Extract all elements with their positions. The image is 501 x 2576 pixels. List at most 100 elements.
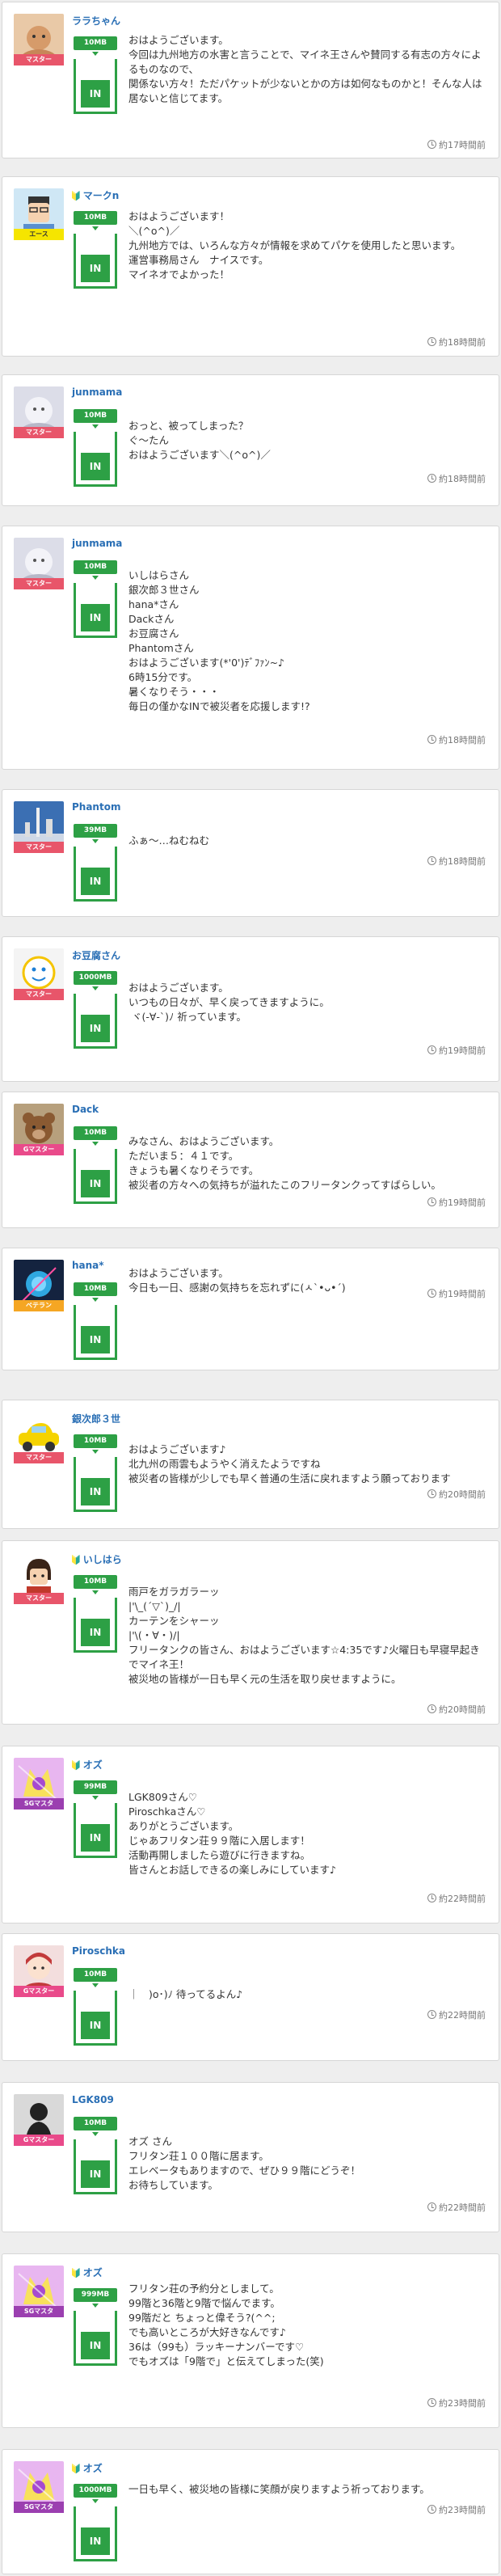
down-arrow-icon xyxy=(92,1298,99,1302)
user-name: Dack xyxy=(72,1104,99,1115)
rank-badge: ベテラン xyxy=(14,1300,64,1311)
clock-icon xyxy=(427,2398,436,2407)
post-time: 約22時間前 xyxy=(427,2201,486,2214)
data-amount-badge: 1000MB xyxy=(74,2484,117,2498)
post-message: おっと、被ってしまった？ ぐ〜たん おはようございます＼(^o^)／ xyxy=(128,420,271,461)
post-time: 約20時間前 xyxy=(427,1703,486,1716)
user-name-link[interactable]: Piroschka xyxy=(70,1945,125,1957)
time-label: 約17時間前 xyxy=(439,140,486,150)
in-label: IN xyxy=(81,255,110,282)
user-name: LGK809 xyxy=(72,2094,114,2105)
time-label: 約18時間前 xyxy=(439,337,486,348)
rank-badge: Gマスター xyxy=(14,1144,64,1155)
post-card: マスター 🔰 いしはら 10MB IN 雨戸をガラガラーッ |'\_(´▽`)_/… xyxy=(2,1540,499,1725)
post-card: ベテラン hana* 10MB IN おはようございます。 今日も一日、感謝の気… xyxy=(2,1248,499,1370)
post-time: 約18時間前 xyxy=(427,336,486,348)
post-time: 約19時間前 xyxy=(427,1044,486,1057)
down-arrow-icon xyxy=(92,1142,99,1146)
user-name-link[interactable]: hana* xyxy=(70,1260,104,1271)
beginner-leaf-icon: 🔰 xyxy=(70,191,82,201)
user-name-link[interactable]: junmama xyxy=(70,386,122,398)
user-name-link[interactable]: 🔰 オズ xyxy=(70,2266,103,2279)
down-arrow-icon xyxy=(92,226,99,230)
post-card: マスター junmama 10MB IN おっと、被ってしまった？ ぐ〜たん お… xyxy=(2,374,499,506)
user-name: hana* xyxy=(72,1260,104,1271)
down-arrow-icon xyxy=(92,1590,99,1594)
in-label: IN xyxy=(81,1478,110,1505)
clock-icon xyxy=(427,1289,436,1298)
user-name-link[interactable]: 🔰 いしはら xyxy=(70,1552,122,1566)
rank-badge: エース xyxy=(14,229,64,240)
in-label: IN xyxy=(81,868,110,895)
post-message: おはようございます！ ＼(^o^)／ 九州地方では、いろんな方々が情報を求めてパ… xyxy=(128,210,461,281)
user-name-link[interactable]: 🔰 オズ xyxy=(70,2461,103,2475)
post-message: 一日も早く、被災地の皆様に笑顔が戻りますよう祈っております。 xyxy=(128,2483,430,2495)
post-card: SGマスタ 🔰 オズ 999MB IN フリタン荘の予約分としまして。 99階と3… xyxy=(2,2253,499,2428)
user-name: オズ xyxy=(82,1759,103,1771)
user-name-link[interactable]: LGK809 xyxy=(70,2094,114,2105)
user-name: ララちゃん xyxy=(72,15,121,27)
post-message: オズ さん フリタン荘１００階に居ます。 エレベータもありますので、ぜひ９９階に… xyxy=(128,2135,361,2191)
beginner-leaf-icon: 🔰 xyxy=(70,2268,82,2278)
down-arrow-icon xyxy=(92,986,99,990)
rank-badge: マスター xyxy=(14,1452,64,1463)
user-name: junmama xyxy=(72,538,123,549)
rank-badge: マスター xyxy=(14,989,64,1000)
data-amount-badge: 10MB xyxy=(74,1126,117,1140)
user-name-link[interactable]: お豆腐さん xyxy=(70,948,120,962)
post-card: Gマスター Dack 10MB IN みなさん、おはようございます。 ただいま５… xyxy=(2,1092,499,1228)
in-label: IN xyxy=(81,2527,110,2555)
down-arrow-icon xyxy=(92,2499,99,2503)
in-label: IN xyxy=(81,1326,110,1353)
data-amount-badge: 10MB xyxy=(74,560,117,574)
user-name-link[interactable]: Dack xyxy=(70,1104,99,1115)
beginner-leaf-icon: 🔰 xyxy=(70,1760,82,1771)
post-message: フリタン荘の予約分としまして。 99階と36階と9階で悩んでます。 99階だと … xyxy=(128,2283,324,2367)
rank-badge: Gマスター xyxy=(14,2135,64,2146)
post-message: 雨戸をガラガラーッ |'\_(´▽`)_/| カーテンをシャーッ |'\(・∀・… xyxy=(128,1586,480,1685)
post-time: 約18時間前 xyxy=(427,472,486,485)
time-label: 約20時間前 xyxy=(439,1704,486,1715)
beginner-leaf-icon: 🔰 xyxy=(70,2464,82,2474)
post-card: マスター お豆腐さん 1000MB IN おはようございます。 いつもの日々が、… xyxy=(2,936,499,1082)
down-arrow-icon xyxy=(92,576,99,580)
time-label: 約19時間前 xyxy=(439,1197,486,1208)
down-arrow-icon xyxy=(92,839,99,843)
post-card: マスター ララちゃん 10MB IN おはようございます。 今回は九州地方の水害… xyxy=(2,2,499,158)
rank-badge: Gマスター xyxy=(14,1986,64,1997)
data-amount-badge: 10MB xyxy=(74,2117,117,2130)
user-name-link[interactable]: 🔰 マークn xyxy=(70,188,119,202)
post-message: みなさん、おはようございます。 ただいま５：４１です。 きょうも暑くなりそうです… xyxy=(128,1135,441,1191)
user-name-link[interactable]: ララちゃん xyxy=(70,14,120,27)
post-card: SGマスタ 🔰 オズ 99MB IN LGK809さん♡ Piroschkaさん♡… xyxy=(2,1746,499,1924)
data-amount-badge: 999MB xyxy=(74,2288,117,2302)
data-amount-badge: 10MB xyxy=(74,1968,117,1982)
time-label: 約22時間前 xyxy=(439,2202,486,2213)
clock-icon xyxy=(427,2505,436,2514)
down-arrow-icon xyxy=(92,2132,99,2136)
user-name-link[interactable]: 🔰 オズ xyxy=(70,1758,103,1772)
rank-badge: マスター xyxy=(14,427,64,438)
post-message: おはようございます。 今回は九州地方の水害と言うことで、マイネ王さんや賛同する有… xyxy=(128,34,482,104)
data-amount-badge: 10MB xyxy=(74,1282,117,1296)
user-name-link[interactable]: Phantom xyxy=(70,801,120,813)
clock-icon xyxy=(427,1489,436,1498)
in-label: IN xyxy=(81,1015,110,1042)
time-label: 約19時間前 xyxy=(439,1045,486,1056)
user-name-link[interactable]: 銀次郎３世 xyxy=(70,1412,120,1425)
rank-badge: マスター xyxy=(14,842,64,853)
time-label: 約18時間前 xyxy=(439,735,486,745)
time-label: 約19時間前 xyxy=(439,1289,486,1299)
in-label: IN xyxy=(81,80,110,108)
clock-icon xyxy=(427,1197,436,1206)
post-time: 約19時間前 xyxy=(427,1287,486,1300)
user-name-link[interactable]: junmama xyxy=(70,538,122,549)
clock-icon xyxy=(427,735,436,744)
in-label: IN xyxy=(81,604,110,631)
user-name: オズ xyxy=(82,2463,103,2474)
time-label: 約22時間前 xyxy=(439,1894,486,1904)
clock-icon xyxy=(427,474,436,483)
time-label: 約23時間前 xyxy=(439,2505,486,2515)
time-label: 約18時間前 xyxy=(439,856,486,867)
down-arrow-icon xyxy=(92,2304,99,2308)
